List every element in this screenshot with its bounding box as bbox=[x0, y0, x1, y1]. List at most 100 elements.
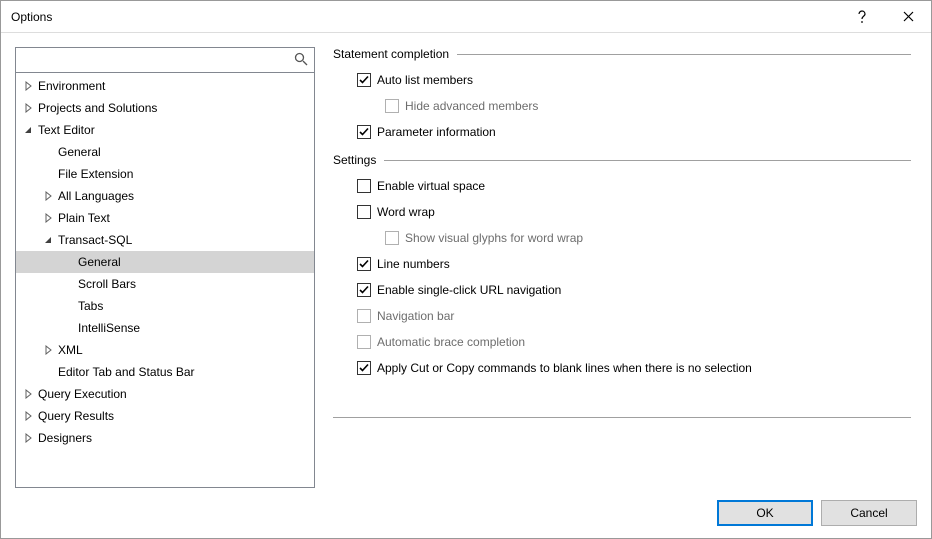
option-label: Word wrap bbox=[377, 205, 435, 219]
separator bbox=[333, 417, 911, 418]
tree-item[interactable]: Tabs bbox=[16, 295, 314, 317]
option-label: Hide advanced members bbox=[405, 99, 538, 113]
option-row[interactable]: Apply Cut or Copy commands to blank line… bbox=[333, 355, 911, 381]
tree-item[interactable]: Scroll Bars bbox=[16, 273, 314, 295]
chevron-closed-icon[interactable] bbox=[42, 190, 54, 202]
option-row: Automatic brace completion bbox=[333, 329, 911, 355]
close-button[interactable] bbox=[885, 1, 931, 33]
tree-item-label: Scroll Bars bbox=[78, 277, 136, 291]
tree-item[interactable]: IntelliSense bbox=[16, 317, 314, 339]
ok-button[interactable]: OK bbox=[717, 500, 813, 526]
tree-item[interactable]: Projects and Solutions bbox=[16, 97, 314, 119]
tree-spacer bbox=[42, 168, 54, 180]
help-button[interactable] bbox=[839, 1, 885, 33]
chevron-closed-icon[interactable] bbox=[22, 102, 34, 114]
tree-wrap: Environment Projects and Solutions Text Ed… bbox=[16, 73, 314, 487]
option-row: Hide advanced members bbox=[333, 93, 911, 119]
tree-spacer bbox=[62, 322, 74, 334]
option-row[interactable]: Word wrap bbox=[333, 199, 911, 225]
tree-item-label: General bbox=[78, 255, 121, 269]
tree-item[interactable]: Environment bbox=[16, 75, 314, 97]
tree-item-label: Projects and Solutions bbox=[38, 101, 157, 115]
option-label: Apply Cut or Copy commands to blank line… bbox=[377, 361, 752, 375]
tree-spacer bbox=[62, 278, 74, 290]
chevron-closed-icon[interactable] bbox=[22, 410, 34, 422]
tree-item[interactable]: Text Editor bbox=[16, 119, 314, 141]
right-panel: Statement completion Auto list members Hid… bbox=[333, 47, 917, 488]
settings-group: Statement completion Auto list members Hid… bbox=[333, 47, 911, 145]
option-row[interactable]: Enable single-click URL navigation bbox=[333, 277, 911, 303]
cancel-button[interactable]: Cancel bbox=[821, 500, 917, 526]
chevron-closed-icon[interactable] bbox=[22, 388, 34, 400]
content: Environment Projects and Solutions Text Ed… bbox=[1, 33, 931, 488]
option-row: Show visual glyphs for word wrap bbox=[333, 225, 911, 251]
checkbox bbox=[385, 99, 399, 113]
checkbox[interactable] bbox=[357, 125, 371, 139]
checkbox bbox=[357, 335, 371, 349]
tree-item-label: Text Editor bbox=[38, 123, 95, 137]
tree-item-label: Transact-SQL bbox=[58, 233, 132, 247]
tree-item-label: Editor Tab and Status Bar bbox=[58, 365, 195, 379]
chevron-open-icon[interactable] bbox=[42, 234, 54, 246]
option-row[interactable]: Enable virtual space bbox=[333, 173, 911, 199]
tree-item[interactable]: XML bbox=[16, 339, 314, 361]
checkbox bbox=[357, 309, 371, 323]
tree-item-label: File Extension bbox=[58, 167, 133, 181]
search-icon[interactable] bbox=[294, 52, 308, 66]
option-label: Enable virtual space bbox=[377, 179, 485, 193]
group-divider bbox=[457, 54, 911, 55]
settings-group: Settings Enable virtual space Word wrap Sho… bbox=[333, 153, 911, 381]
group-header: Settings bbox=[333, 153, 911, 167]
option-label: Enable single-click URL navigation bbox=[377, 283, 561, 297]
tree-item[interactable]: General bbox=[16, 251, 314, 273]
chevron-closed-icon[interactable] bbox=[42, 212, 54, 224]
option-label: Show visual glyphs for word wrap bbox=[405, 231, 583, 245]
option-row[interactable]: Auto list members bbox=[333, 67, 911, 93]
tree-item-label: Query Execution bbox=[38, 387, 127, 401]
checkbox[interactable] bbox=[357, 179, 371, 193]
option-label: Navigation bar bbox=[377, 309, 454, 323]
option-row: Navigation bar bbox=[333, 303, 911, 329]
checkbox[interactable] bbox=[357, 205, 371, 219]
group-title: Settings bbox=[333, 153, 384, 167]
search-box bbox=[16, 48, 314, 73]
group-title: Statement completion bbox=[333, 47, 457, 61]
tree-item-label: Tabs bbox=[78, 299, 103, 313]
dialog-buttons: OK Cancel bbox=[1, 488, 931, 538]
tree-item-label: XML bbox=[58, 343, 83, 357]
search-input[interactable] bbox=[16, 48, 314, 72]
tree-item[interactable]: General bbox=[16, 141, 314, 163]
chevron-closed-icon[interactable] bbox=[22, 432, 34, 444]
tree-item[interactable]: Transact-SQL bbox=[16, 229, 314, 251]
tree-spacer bbox=[42, 366, 54, 378]
chevron-closed-icon[interactable] bbox=[42, 344, 54, 356]
tree-item-label: Designers bbox=[38, 431, 92, 445]
tree-item[interactable]: All Languages bbox=[16, 185, 314, 207]
group-divider bbox=[384, 160, 911, 161]
checkbox[interactable] bbox=[357, 73, 371, 87]
checkbox[interactable] bbox=[357, 283, 371, 297]
tree-item[interactable]: Query Execution bbox=[16, 383, 314, 405]
checkbox bbox=[385, 231, 399, 245]
tree-item[interactable]: Designers bbox=[16, 427, 314, 449]
close-icon bbox=[903, 11, 914, 22]
tree-item-label: Environment bbox=[38, 79, 105, 93]
option-row[interactable]: Line numbers bbox=[333, 251, 911, 277]
tree-item[interactable]: File Extension bbox=[16, 163, 314, 185]
help-icon bbox=[857, 10, 867, 24]
checkbox[interactable] bbox=[357, 361, 371, 375]
titlebar: Options bbox=[1, 1, 931, 33]
tree-spacer bbox=[42, 146, 54, 158]
option-row[interactable]: Parameter information bbox=[333, 119, 911, 145]
chevron-open-icon[interactable] bbox=[22, 124, 34, 136]
chevron-closed-icon[interactable] bbox=[22, 80, 34, 92]
option-label: Parameter information bbox=[377, 125, 496, 139]
tree-item[interactable]: Editor Tab and Status Bar bbox=[16, 361, 314, 383]
checkbox[interactable] bbox=[357, 257, 371, 271]
tree-item[interactable]: Query Results bbox=[16, 405, 314, 427]
tree-item-label: IntelliSense bbox=[78, 321, 140, 335]
options-tree[interactable]: Environment Projects and Solutions Text Ed… bbox=[16, 73, 314, 487]
tree-spacer bbox=[62, 300, 74, 312]
tree-spacer bbox=[62, 256, 74, 268]
tree-item[interactable]: Plain Text bbox=[16, 207, 314, 229]
